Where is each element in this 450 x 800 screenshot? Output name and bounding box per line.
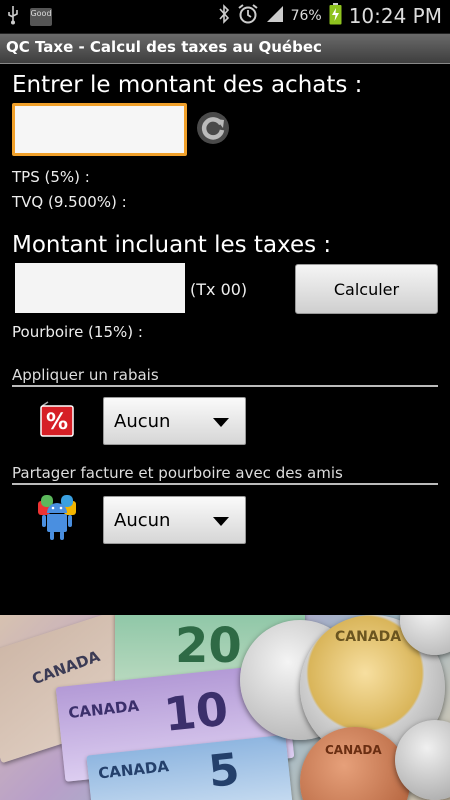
bill-label: CANADA xyxy=(97,757,170,783)
purchase-amount-input[interactable] xyxy=(12,103,187,156)
app-title: QC Taxe - Calcul des taxes au Québec xyxy=(6,38,322,56)
share-divider xyxy=(12,483,438,485)
share-section-label: Partager facture et pourboire avec des a… xyxy=(12,464,343,482)
share-dropdown[interactable]: Aucun xyxy=(103,496,246,544)
calculate-button[interactable]: Calculer xyxy=(295,264,438,314)
good-notification-icon: Good xyxy=(30,8,52,26)
canadian-money-banner: CANADA 20 CANADA 10 CANADA 5 CANADA CANA… xyxy=(0,615,450,800)
percent-tag-icon: % xyxy=(38,400,76,442)
discount-divider xyxy=(12,385,438,387)
total-amount-label: Montant incluant les taxes : xyxy=(12,232,332,258)
bill-denomination: 10 xyxy=(161,681,231,742)
signal-icon xyxy=(266,5,284,27)
battery-percent: 76% xyxy=(290,8,322,24)
share-dropdown-value: Aucun xyxy=(114,510,171,531)
tip-label: Pourboire (15%) : xyxy=(12,323,143,341)
alarm-icon xyxy=(237,3,259,29)
usb-icon xyxy=(6,5,20,29)
chevron-down-icon xyxy=(213,517,229,526)
refresh-icon[interactable] xyxy=(195,110,231,146)
bill-denomination: 5 xyxy=(206,743,242,798)
status-bar: Good 76% 10:24 PM xyxy=(0,0,450,34)
bill-label: CANADA xyxy=(29,647,103,689)
android-friends-icon xyxy=(35,493,79,547)
coin-label: CANADA xyxy=(325,743,382,757)
tvq-label: TVQ (9.500%) : xyxy=(12,193,127,211)
discount-section-label: Appliquer un rabais xyxy=(12,366,159,384)
tx-label: (Tx 00) xyxy=(190,280,248,299)
battery-charging-icon xyxy=(329,3,342,29)
coin-label: CANADA xyxy=(335,629,402,645)
chevron-down-icon xyxy=(213,418,229,427)
svg-text:%: % xyxy=(46,410,68,435)
bluetooth-icon xyxy=(218,4,230,28)
bill-denomination: 20 xyxy=(175,618,242,674)
clock: 10:24 PM xyxy=(348,4,442,28)
discount-dropdown-value: Aucun xyxy=(114,411,171,432)
tps-label: TPS (5%) : xyxy=(12,168,90,186)
purchase-amount-label: Entrer le montant des achats : xyxy=(12,72,363,98)
app-title-bar: QC Taxe - Calcul des taxes au Québec xyxy=(0,34,450,64)
discount-dropdown[interactable]: Aucun xyxy=(103,397,246,445)
bill-label: CANADA xyxy=(67,696,140,723)
total-amount-input[interactable] xyxy=(15,263,185,313)
